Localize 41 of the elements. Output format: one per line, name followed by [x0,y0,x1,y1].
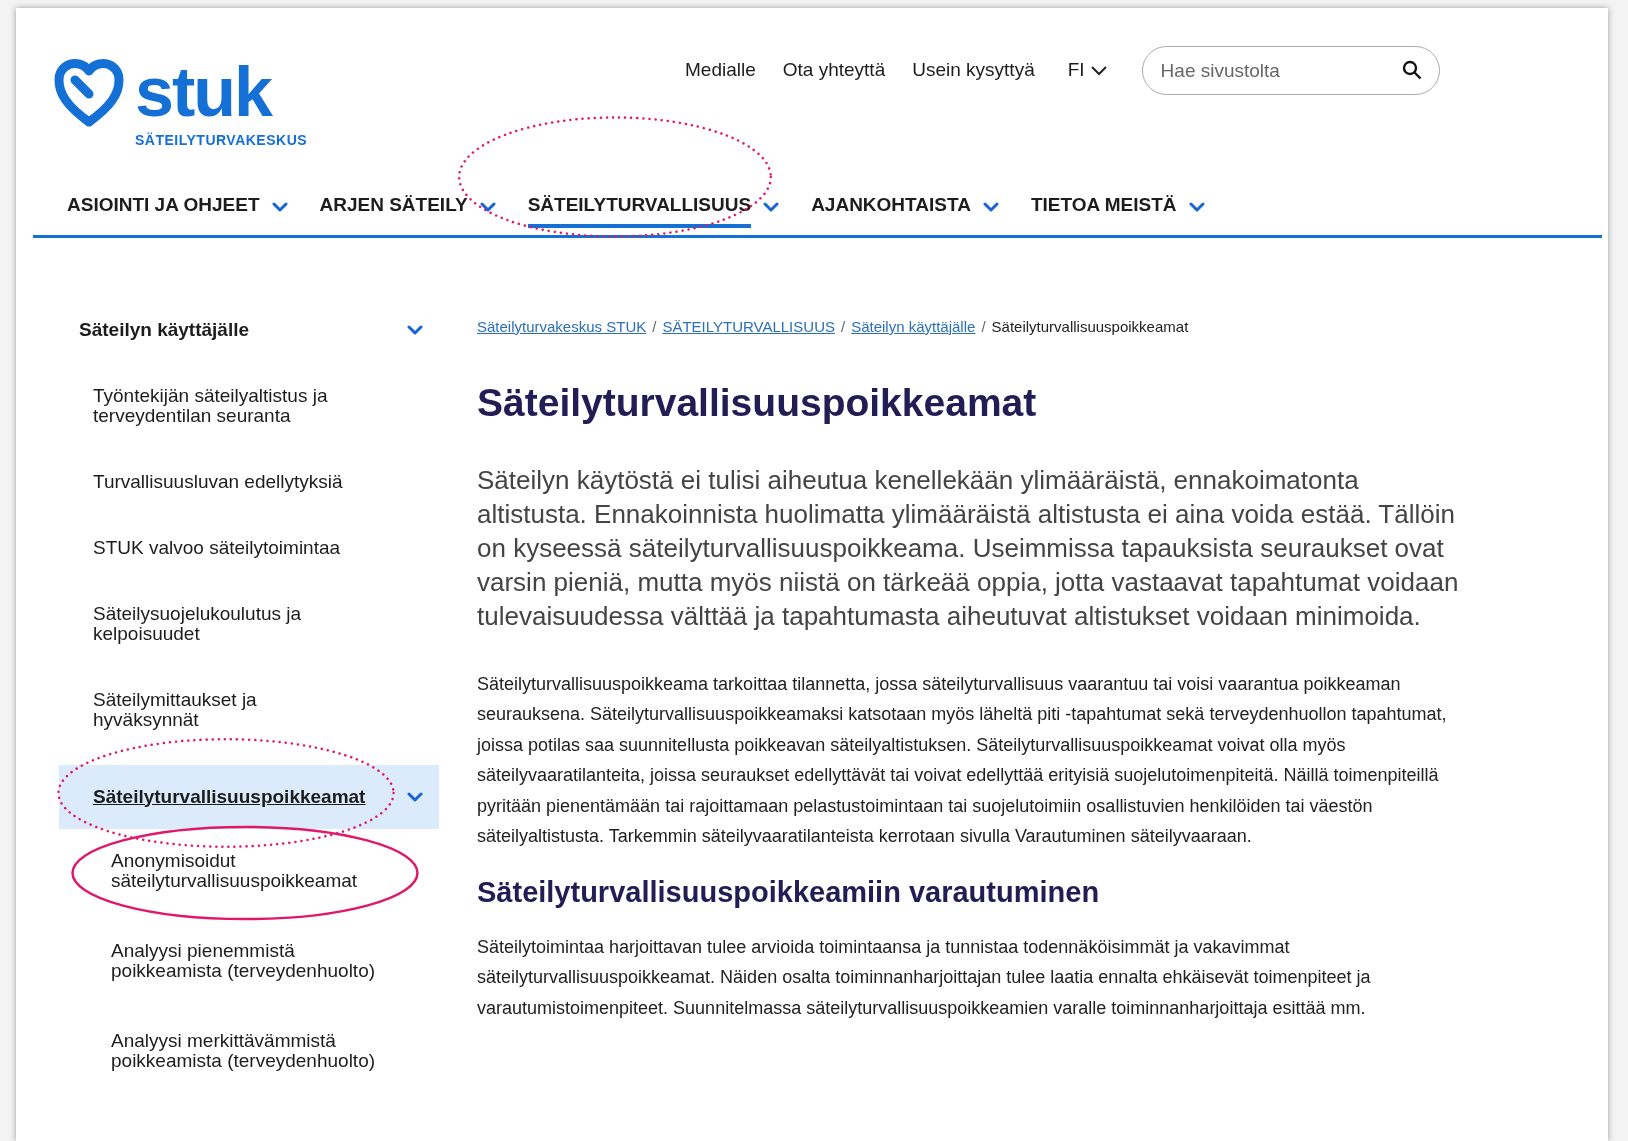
breadcrumb-current: Säteilyturvallisuuspoikkeamat [991,317,1189,337]
breadcrumb-link[interactable]: SÄTEILYTURVALLISUUS [662,316,835,339]
logo-tagline: SÄTEILYTURVAKESKUS [135,131,309,150]
sidebar-subitem[interactable]: Analyysi pienemmistä poikkeamista (terveydenhuolto) [59,930,439,991]
main-nav-tab[interactable]: ARJEN SÄTEILY [319,185,468,228]
sidebar-heading[interactable]: Säteilyn käyttäjälle [79,316,250,345]
top-link[interactable]: Ota yhteyttä [782,56,886,85]
chevron-down-icon [271,201,288,212]
breadcrumb-separator: / [652,317,657,337]
breadcrumb-link[interactable]: Säteilyturvakeskus STUK [477,316,647,339]
sidebar-item[interactable]: STUK valvoo säteilytoimintaa [59,526,439,569]
breadcrumb-link[interactable]: Säteilyn käyttäjälle [851,316,976,339]
search-icon[interactable] [1401,60,1422,80]
sidebar-subitem[interactable]: Anonymisoidut säteilyturvallisuuspoikkeamat [59,840,439,901]
chevron-down-icon [982,201,999,212]
chevron-down-icon [1188,201,1205,212]
main-nav-tab[interactable]: AJANKOHTAISTA [811,185,971,228]
section-heading: Säteilyturvallisuuspoikkeamiin varautuminen [477,874,1101,910]
chevron-down-icon [479,201,496,212]
language-selector[interactable]: FI [1067,56,1107,85]
sidebar-subitem[interactable]: Analyysi merkittävämmistä poikkeamista (terveydenhuolto) [59,1020,439,1081]
sidebar-item[interactable]: Työntekijän säteilyaltistus ja terveydentilan seuranta [59,374,439,437]
top-link[interactable]: Usein kysyttyä [912,56,1035,85]
sidebar-item[interactable]: Säteilysuojelukoulutus ja kelpoisuudet [59,592,439,655]
chevron-down-icon [1090,65,1107,76]
body-paragraph: Säteilyturvallisuuspoikkeama tarkoittaa tilannetta, jossa säteilyturvallisuus vaarantuu tai voisi vaarantua poikkeaman seurauksena. Säteilyturvallisuuspoikkeamaksi katsotaan myös läheltä piti -tapahtumat sekä terveydenhuollon tapahtumat, joissa potilas saa suunnitellusta poikkeavan säteilyaltistuksen. Säteilyturvallisuuspoikkeamat voivat olla myös säteilyvaaratilanteita, joissa seuraukset edellyttävät tai voivat edellyttää erityisiä suojelutoimenpiteitä. Näillä toimenpiteillä pyritään pienentämään tai rajoittamaan pelastustoimintaan tai suojelutoimiin osallistuvien henkilöiden tai väestön säteilyaltistusta. Tarkemmin säteilyvaaratilanteista kerrotaan sivulla Varautuminen säteilyvaaraan. [477,672,1448,848]
logo-wordmark: stuk [135,57,271,127]
sidebar-item[interactable]: Säteilymittaukset ja hyväksynnät [59,678,439,741]
breadcrumb-separator: / [840,317,846,337]
search-field[interactable]: Hae sivustolta [1141,46,1440,95]
lead-paragraph: Säteilyn käytöstä ei tulisi aiheutua kenellekään ylimääräistä, ennakoimatonta altistusta. Ennakoinnista huolimatta ylimääräistä altistusta ei aina voida estää. Tällöin on kyseessä säteilyturvallisuuspoikkeama. Useimmissa tapauksista seuraukset ovat varsin pieniä, mutta myös niistä on tärkeää oppia, jotta vastaavat tapahtumat voidaan tulevaisuudessa välttää ja tapahtumasta aiheutuvat altistukset voidaan minimoida. [477,463,1460,633]
main-nav-tab[interactable]: TIETOA MEISTÄ [1030,185,1177,228]
sidebar-item[interactable]: Turvallisuusluvan edellytyksiä [59,460,439,503]
breadcrumb-separator: / [981,317,986,337]
section-paragraph: Säteilytoimintaa harjoittavan tulee arvioida toimintaansa ja tunnistaa todennäköisimmät ja vakavimmat säteilyturvallisuuspoikkeamat. Näiden osalta toiminnanharjoittajan tulee laatia ennalta ehkäisevät toimenpiteet ja varautumistoimenpiteet. Suunnitelmassa säteilyturvallisuuspoikkeamien varalle toiminnanharjoittaja esittää mm. [477,935,1372,1020]
sidebar-item[interactable]: Säteilyturvallisuuspoikkeamat [59,764,439,829]
page-title: Säteilyturvallisuuspoikkeamat [477,380,1038,425]
main-nav-tab[interactable]: ASIOINTI JA OHJEET [67,185,260,228]
top-link[interactable]: Medialle [685,56,756,85]
heart-logo-icon [53,56,125,128]
chevron-down-icon [763,201,780,212]
